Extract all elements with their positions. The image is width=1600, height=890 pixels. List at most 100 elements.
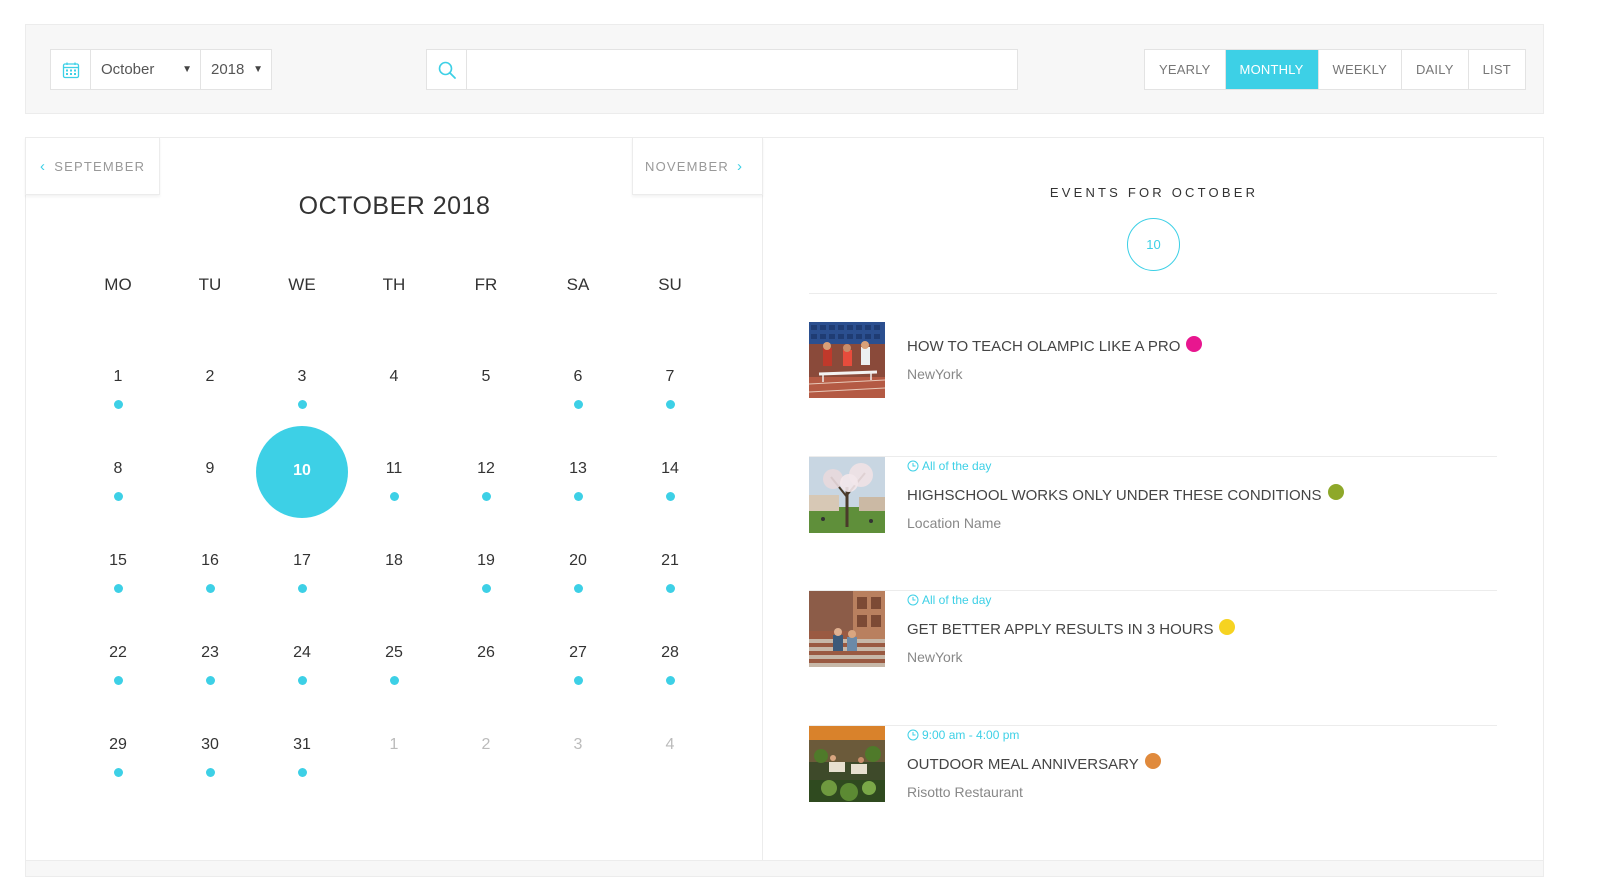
day-cell[interactable]: 15	[72, 518, 164, 610]
day-number: 23	[201, 644, 219, 661]
caret-down-icon: ▼	[253, 64, 263, 75]
event-indicator-dot	[666, 676, 675, 685]
event-indicator-dot	[298, 584, 307, 593]
event-item[interactable]: HOW TO TEACH OLAMPIC LIKE A PRO NewYork	[809, 322, 1497, 457]
event-indicator-dot	[114, 400, 123, 409]
day-cell[interactable]: 2	[164, 334, 256, 426]
day-cell[interactable]: 9	[164, 426, 256, 518]
day-cell[interactable]: 1	[348, 702, 440, 794]
day-cell[interactable]: 19	[440, 518, 532, 610]
day-number: 5	[481, 368, 491, 385]
event-thumbnail-athletics[interactable]	[809, 322, 885, 398]
view-daily-button[interactable]: DAILY	[1402, 50, 1469, 89]
day-cell[interactable]: 25	[348, 610, 440, 702]
day-cell[interactable]: 7	[624, 334, 716, 426]
day-number: 13	[569, 460, 587, 477]
event-indicator-dot	[114, 492, 123, 501]
day-number: 2	[481, 736, 491, 753]
clock-icon	[907, 594, 919, 606]
day-cell[interactable]: 22	[72, 610, 164, 702]
next-month-label: NOVEMBER	[645, 158, 730, 174]
next-month-button[interactable]: NOVEMBER ›	[632, 137, 763, 195]
event-indicator-dot	[390, 676, 399, 685]
day-cell[interactable]: 1	[72, 334, 164, 426]
weekday-label: TU	[198, 275, 222, 294]
event-indicator-dot	[574, 400, 583, 409]
day-cell[interactable]: 3	[532, 702, 624, 794]
day-number: 17	[293, 552, 311, 569]
day-number: 26	[477, 644, 495, 661]
day-cell[interactable]: 16	[164, 518, 256, 610]
day-number: 4	[389, 368, 399, 385]
day-cell[interactable]: 3	[256, 334, 348, 426]
day-number: 7	[665, 368, 675, 385]
day-cell[interactable]: 20	[532, 518, 624, 610]
day-cell[interactable]: 27	[532, 610, 624, 702]
day-cell[interactable]: 5	[440, 334, 532, 426]
event-thumbnail-campus[interactable]	[809, 456, 885, 533]
event-indicator-dot	[574, 676, 583, 685]
event-thumbnail-restaurant[interactable]	[809, 725, 885, 802]
day-cell[interactable]: 17	[256, 518, 348, 610]
day-number: 27	[569, 644, 587, 661]
prev-month-button[interactable]: ‹ SEPTEMBER	[25, 137, 160, 195]
event-title[interactable]: OUTDOOR MEAL ANNIVERSARY	[907, 753, 1161, 773]
day-cell[interactable]: 31	[256, 702, 348, 794]
day-cell[interactable]: 13	[532, 426, 624, 518]
day-cell[interactable]: 30	[164, 702, 256, 794]
view-monthly-button[interactable]: MONTHLY	[1225, 50, 1319, 89]
day-cell[interactable]: 12	[440, 426, 532, 518]
view-weekly-button[interactable]: WEEKLY	[1319, 50, 1402, 89]
day-cell[interactable]: 11	[348, 426, 440, 518]
calendar-panel: ‹ SEPTEMBER NOVEMBER › OCTOBER 2018 MO T…	[25, 137, 1544, 877]
week-row: 29 30 31 1 2 3 4	[72, 702, 716, 794]
event-indicator-dot	[114, 584, 123, 593]
day-cell[interactable]: 4	[624, 702, 716, 794]
calendar-icon[interactable]	[51, 50, 91, 89]
day-cell[interactable]: 24	[256, 610, 348, 702]
day-number: 3	[573, 736, 583, 753]
weekday-label: MO	[104, 275, 132, 294]
day-cell[interactable]: 6	[532, 334, 624, 426]
event-indicator-dot	[206, 584, 215, 593]
day-cell[interactable]: 14	[624, 426, 716, 518]
event-item[interactable]: 9:00 am - 4:00 pm OUTDOOR MEAL ANNIVERSA…	[809, 725, 1497, 861]
divider	[809, 293, 1497, 294]
day-number: 29	[109, 736, 127, 753]
day-number: 11	[385, 460, 403, 477]
day-cell[interactable]: 8	[72, 426, 164, 518]
view-yearly-button[interactable]: YEARLY	[1145, 50, 1226, 89]
day-cell[interactable]: 18	[348, 518, 440, 610]
search-icon[interactable]	[427, 50, 467, 89]
event-item[interactable]: All of the day GET BETTER APPLY RESULTS …	[809, 591, 1497, 726]
event-time: All of the day	[907, 459, 991, 473]
day-number: 1	[389, 736, 399, 753]
search-input[interactable]	[467, 50, 1017, 89]
event-color-dot	[1327, 484, 1344, 500]
day-cell[interactable]: 21	[624, 518, 716, 610]
event-indicator-dot	[666, 400, 675, 409]
day-cell[interactable]: 2	[440, 702, 532, 794]
day-cell-today[interactable]: 10	[256, 426, 348, 518]
event-indicator-dot	[206, 768, 215, 777]
day-cell[interactable]: 26	[440, 610, 532, 702]
year-select[interactable]: 2018 ▼	[201, 50, 271, 89]
day-cell[interactable]: 4	[348, 334, 440, 426]
weekday-label: SU	[658, 275, 682, 294]
event-title[interactable]: GET BETTER APPLY RESULTS IN 3 HOURS	[907, 618, 1236, 638]
day-cell[interactable]: 29	[72, 702, 164, 794]
event-time: 9:00 am - 4:00 pm	[907, 728, 1019, 742]
event-title[interactable]: HOW TO TEACH OLAMPIC LIKE A PRO	[907, 335, 1203, 355]
event-indicator-dot	[298, 768, 307, 777]
event-item[interactable]: All of the day HIGHSCHOOL WORKS ONLY UND…	[809, 456, 1497, 591]
event-thumbnail-students[interactable]	[809, 591, 885, 667]
search-box	[426, 49, 1018, 90]
event-title[interactable]: HIGHSCHOOL WORKS ONLY UNDER THESE CONDIT…	[907, 484, 1344, 504]
day-cell[interactable]: 28	[624, 610, 716, 702]
month-select[interactable]: October ▼	[91, 50, 201, 89]
day-cell[interactable]: 23	[164, 610, 256, 702]
day-number: 22	[109, 644, 127, 661]
event-location: Location Name	[907, 514, 1002, 531]
weekday-label: SA	[566, 275, 590, 294]
view-list-button[interactable]: LIST	[1469, 50, 1525, 89]
